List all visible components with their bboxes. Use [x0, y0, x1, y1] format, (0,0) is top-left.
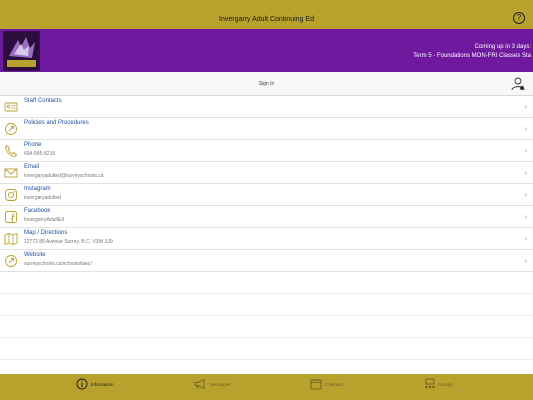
empty-row [0, 294, 533, 316]
contact-card-icon [4, 102, 18, 112]
empty-row [0, 272, 533, 294]
list-item-subtitle: InvergarryAdultEd [24, 217, 65, 223]
list-item-map[interactable]: Map / Directions 12772 88 Avenue Surrey,… [0, 228, 533, 250]
list-item-subtitle: 604-585-8216 [24, 151, 56, 157]
bottom-tab-bar: Information Messages Calendar Groups [0, 374, 533, 400]
chevron-right-icon: › [524, 190, 527, 199]
info-icon [76, 378, 88, 390]
school-banner: Coming up in 3 days: Term 5 - Foundation… [0, 29, 533, 72]
chevron-right-icon: › [524, 168, 527, 177]
facebook-icon [5, 211, 17, 223]
info-list: Staff Contacts › Policies and Procedures… [0, 96, 533, 360]
groups-icon [425, 378, 435, 389]
upcoming-line-1: Coming up in 3 days: [474, 44, 531, 50]
list-item-title: Staff Contacts [24, 98, 62, 104]
list-item-title: Facebook [24, 208, 51, 214]
list-item-title: Map / Directions [24, 230, 68, 236]
tab-label: Groups [438, 382, 453, 387]
list-item-website[interactable]: Website surreyschools.ca/schools/iaec/ › [0, 250, 533, 272]
list-item-title: Instagram [24, 186, 51, 192]
list-item-subtitle: surreyschools.ca/schools/iaec/ [24, 261, 92, 267]
list-item-subtitle: invergaryadulted [24, 195, 61, 201]
chevron-right-icon: › [524, 212, 527, 221]
top-bar: Invergarry Adult Continuing Ed ? [0, 0, 533, 29]
list-item-title: Policies and Procedures [24, 120, 89, 126]
school-logo [3, 31, 40, 71]
chevron-right-icon: › [524, 234, 527, 243]
instagram-icon [5, 189, 17, 201]
list-item-email[interactable]: Email invergaryadulted@surreyschools.ca … [0, 162, 533, 184]
list-item-staff-contacts[interactable]: Staff Contacts › [0, 96, 533, 118]
user-account-icon[interactable] [511, 77, 525, 91]
tab-messages[interactable]: Messages [180, 374, 260, 400]
tab-label: Calendar [325, 382, 344, 387]
list-item-phone[interactable]: Phone 604-585-8216 › [0, 140, 533, 162]
envelope-icon [4, 168, 18, 178]
tab-groups[interactable]: Groups [410, 374, 490, 400]
tab-calendar[interactable]: Calendar [295, 374, 375, 400]
chevron-right-icon: › [524, 146, 527, 155]
upcoming-line-2: Term 5 - Foundations MON-FRI Classes Sta [413, 53, 531, 59]
link-icon [5, 123, 17, 135]
tab-information[interactable]: Information [60, 374, 140, 400]
list-item-policies[interactable]: Policies and Procedures › [0, 118, 533, 140]
app-title: Invergarry Adult Continuing Ed [219, 16, 314, 23]
tab-label: Messages [210, 382, 231, 387]
list-item-subtitle: 12772 88 Avenue Surrey, B.C. V3W 3J9 [24, 239, 113, 245]
help-icon[interactable]: ? [513, 12, 525, 24]
sign-in-link[interactable]: Sign In [0, 72, 533, 96]
sign-in-bar: Sign In [0, 72, 533, 96]
globe-link-icon [5, 255, 17, 267]
upcoming-event-notice[interactable]: Coming up in 3 days: Term 5 - Foundation… [413, 43, 531, 61]
megaphone-icon [194, 378, 205, 390]
chevron-right-icon: › [524, 124, 527, 133]
empty-row [0, 316, 533, 338]
list-item-instagram[interactable]: Instagram invergaryadulted › [0, 184, 533, 206]
list-item-facebook[interactable]: Facebook InvergarryAdultEd › [0, 206, 533, 228]
calendar-icon [310, 379, 322, 390]
chevron-right-icon: › [524, 256, 527, 265]
list-item-subtitle: invergaryadulted@surreyschools.ca [24, 173, 104, 179]
map-icon [4, 232, 18, 246]
chevron-right-icon: › [524, 102, 527, 111]
list-item-title: Phone [24, 142, 42, 148]
tab-label: Information [91, 382, 114, 387]
list-item-title: Email [24, 164, 40, 170]
empty-row [0, 338, 533, 360]
phone-icon [5, 144, 18, 157]
list-item-title: Website [24, 252, 46, 258]
